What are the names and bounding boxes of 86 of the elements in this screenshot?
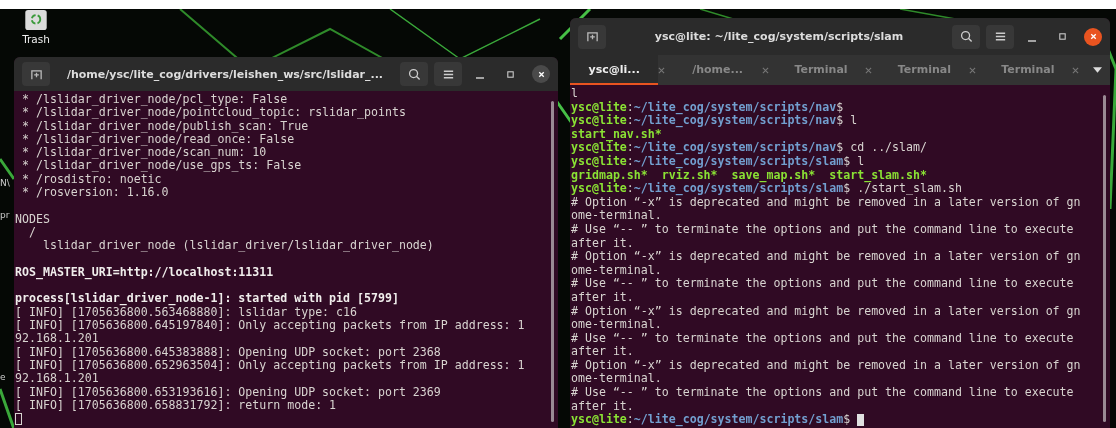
terminal-line: [ INFO] [1705636800.645383888]: Opening UDP socket: port 2368 — [15, 345, 441, 359]
terminal-line: process[lslidar_driver_node-1]: started with pid [5799] — [15, 292, 399, 306]
terminal-line: # Option “-x” is deprecated and might be removed in a later version of gn — [571, 195, 1081, 210]
maximize-icon — [505, 69, 515, 79]
terminal-line: ome-terminal. — [571, 209, 662, 223]
file-listing-line: start_nav.sh* — [571, 127, 662, 142]
close-button[interactable] — [1084, 27, 1102, 46]
close-tab-icon[interactable] — [761, 66, 769, 74]
text-cursor — [15, 412, 22, 425]
search-icon — [407, 67, 421, 81]
terminal-line: [ INFO] [1705636800.652963504]: Only accepting packets from IP address: 1 — [15, 358, 525, 373]
terminal-line: after it. — [571, 236, 634, 251]
terminal-line: * /lslidar_driver_node/pcl_type: False — [20, 93, 288, 107]
terminal-line: # Option “-x” is deprecated and might be removed in a later version of gn — [571, 250, 1081, 264]
close-tab-icon[interactable] — [968, 66, 976, 74]
close-tab-icon[interactable] — [865, 66, 873, 74]
new-tab-icon — [585, 30, 599, 43]
terminal-line: after it. — [571, 345, 634, 359]
search-icon — [959, 30, 973, 43]
terminal-line: # Use “-- ” to terminate the options and put the command line to execute — [571, 331, 1074, 346]
tab[interactable]: /home... — [673, 55, 762, 85]
close-icon — [536, 69, 546, 79]
terminal-line: [ INFO] [1705636800.653193616]: Opening UDP socket: port 2369 — [15, 385, 441, 399]
terminal-line: / — [27, 225, 36, 240]
menu-button[interactable] — [434, 62, 462, 86]
minimize-icon — [476, 77, 484, 79]
desktop-icon-label: e — [0, 372, 6, 382]
terminal-line: [ INFO] [1705636800.658831792]: return mode: 1 — [15, 398, 337, 413]
window-title: ysc@lite: ~/lite_cog/system/scripts/slam — [653, 30, 905, 43]
terminal-line: * /lslidar_driver_node/publish_scan: True — [20, 119, 309, 133]
terminal-line: # Option “-x” is deprecated and might be removed in a later version of gn — [571, 358, 1081, 373]
dropdown-caret-icon[interactable] — [1093, 67, 1103, 73]
terminal-line: lslidar_driver_node (lslidar_driver/lslidar_driver_node) — [41, 239, 434, 253]
terminal-line: after it. — [571, 290, 634, 305]
terminal-line: 92.168.1.201 — [15, 372, 99, 386]
close-button[interactable] — [532, 65, 550, 83]
tab[interactable]: ysc@li... — [570, 55, 659, 85]
desktop-icon-label: pr — [0, 210, 10, 220]
close-icon — [1088, 32, 1098, 41]
terminal-line: NODES — [15, 212, 50, 226]
terminal-line: 92.168.1.201 — [15, 332, 99, 346]
terminal-line: * /lslidar_driver_node/use_gps_ts: False — [20, 159, 302, 173]
desktop-icon-label: N\ — [0, 178, 10, 188]
terminal-line: * /lslidar_driver_node/scan_num: 10 — [20, 146, 267, 160]
terminal-line: # Use “-- ” to terminate the options and put the command line to execute — [571, 277, 1074, 291]
terminal-line: ome-terminal. — [571, 318, 662, 332]
window-title: /home/ysc/lite_cog/drivers/leishen_ws/src/lslidar_... — [65, 67, 384, 81]
new-tab-button[interactable] — [578, 24, 606, 49]
search-button[interactable] — [400, 62, 428, 86]
terminal-line: ROS_MASTER_URI=http://localhost:11311 — [15, 265, 274, 280]
terminal-line: * /lslidar_driver_node/pointcloud_topic: rslidar_points — [20, 106, 406, 120]
prompt-line: ysc@lite:~/lite_cog/system/scripts/nav$ cd ../slam/ — [571, 141, 927, 155]
prompt-line: ysc@lite:~/lite_cog/system/scripts/nav$ — [571, 100, 844, 115]
terminal-line: * /rosversion: 1.16.0 — [20, 186, 169, 200]
minimize-icon — [1028, 39, 1036, 42]
menu-button[interactable] — [986, 24, 1014, 49]
prompt-line: ysc@lite:~/lite_cog/system/scripts/slam$ — [571, 413, 852, 427]
close-tab-icon[interactable] — [1072, 66, 1080, 74]
terminal-line: ome-terminal. — [571, 372, 662, 387]
prompt-line: ysc@lite:~/lite_cog/system/scripts/slam$ l — [571, 154, 865, 169]
file-listing-line: gridmap.sh* rviz.sh* save_map.sh* start_slam.sh* — [571, 168, 927, 183]
terminal-line: after it. — [571, 399, 634, 413]
tab[interactable]: Terminal — [983, 55, 1073, 85]
prompt-line: ysc@lite:~/lite_cog/system/scripts/slam$ ./start_slam.sh — [571, 182, 962, 196]
terminal-line: ome-terminal. — [571, 263, 662, 278]
terminal-line: * /lslidar_driver_node/read_once: False — [20, 132, 295, 147]
tab[interactable]: Terminal — [880, 55, 969, 85]
close-tab-icon[interactable] — [658, 66, 666, 74]
new-tab-icon — [29, 67, 43, 81]
trash-icon[interactable] — [22, 10, 50, 30]
terminal-line: l — [571, 87, 578, 101]
search-button[interactable] — [952, 24, 980, 49]
trash-label: Trash — [22, 33, 50, 45]
terminal-line: * /rosdistro: noetic — [20, 172, 162, 187]
terminal-line: [ INFO] [1705636800.563468880]: lslidar type: c16 — [15, 305, 358, 320]
prompt-line: ysc@lite:~/lite_cog/system/scripts/nav$ l — [571, 114, 858, 128]
menu-icon — [993, 30, 1007, 43]
tab[interactable]: Terminal — [776, 55, 866, 85]
terminal-line: [ INFO] [1705636800.645197840]: Only accepting packets from IP address: 1 — [15, 319, 525, 333]
terminal-line: # Use “-- ” to terminate the options and put the command line to execute — [571, 222, 1074, 237]
new-tab-button[interactable] — [22, 62, 50, 86]
maximize-icon — [1057, 32, 1067, 41]
scrollbar[interactable] — [1103, 95, 1106, 422]
scrollbar[interactable] — [551, 101, 554, 422]
terminal-line: # Option “-x” is deprecated and might be removed in a later version of gn — [571, 304, 1081, 319]
terminal-line: # Use “-- ” to terminate the options and put the command line to execute — [571, 386, 1074, 400]
